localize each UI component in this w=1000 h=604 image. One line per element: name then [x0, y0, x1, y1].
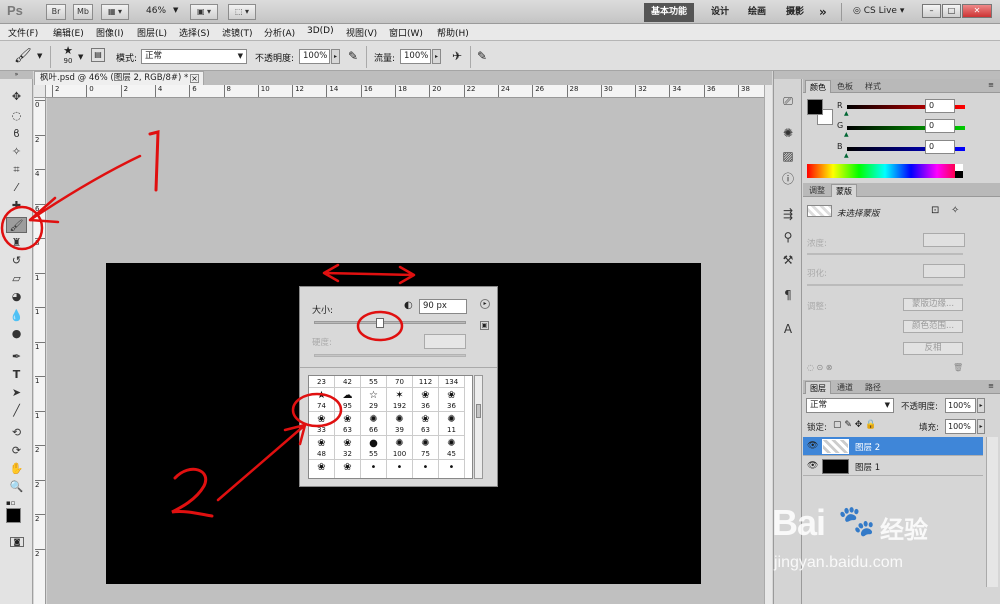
annotation-double-arrow	[322, 263, 416, 285]
annotation-arrow-to-star-brush	[216, 423, 307, 502]
baidu-jingyan-watermark: Bai 🐾 经验 jingyan.baidu.com	[772, 494, 997, 604]
annotation-number-two	[171, 467, 214, 518]
annotation-circle-size-slider	[356, 310, 404, 342]
annotation-circle-brush-tool	[0, 205, 44, 251]
annotation-arrow-to-brush-tool	[28, 154, 142, 224]
annotation-circle-star-brush	[291, 392, 343, 428]
watermark-brand-cn: 经验	[880, 516, 928, 544]
paw-logo-icon: 🐾	[838, 504, 876, 539]
foreground-color-preview[interactable]	[807, 99, 823, 115]
watermark-brand: Bai	[772, 502, 826, 543]
annotation-number-one	[148, 130, 160, 192]
watermark-url: jingyan.baidu.com	[774, 554, 903, 571]
